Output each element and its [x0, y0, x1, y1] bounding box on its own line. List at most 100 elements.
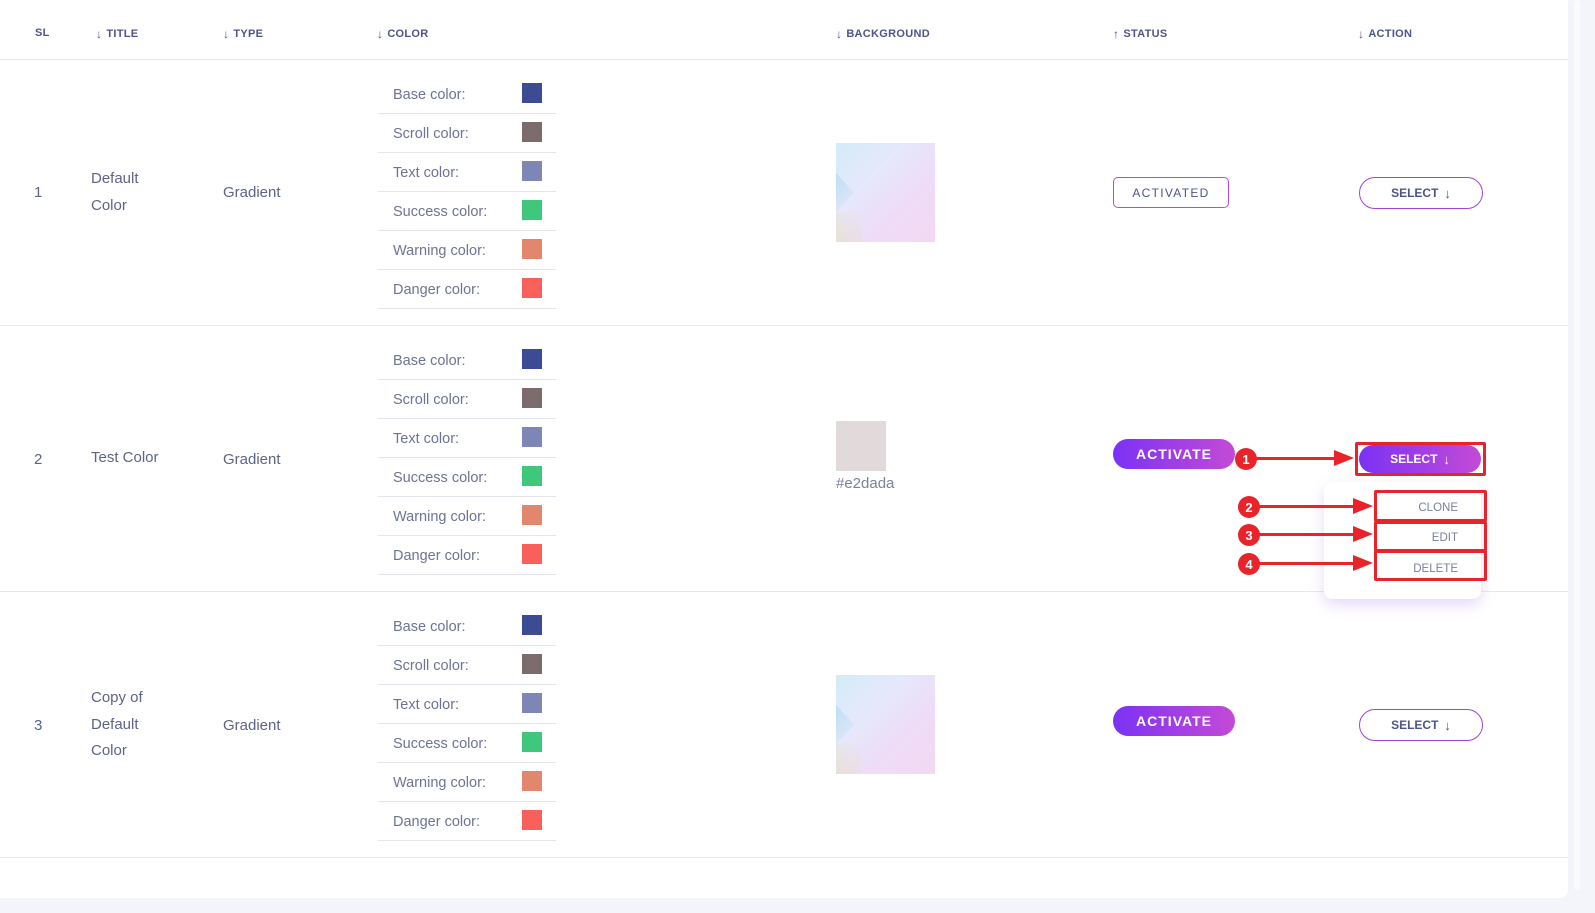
annotation-highlight-edit — [1374, 521, 1487, 552]
color-label: Danger color: — [393, 814, 481, 830]
annotation-arrowhead-icon — [1353, 498, 1373, 514]
row-title: Copy of Default Color — [91, 685, 181, 765]
color-label: Success color: — [393, 470, 488, 486]
annotation-arrow-line — [1256, 457, 1336, 460]
color-label: Warning color: — [393, 775, 486, 791]
header-title-label: TITLE — [106, 28, 139, 40]
color-item-base: Base color: — [378, 75, 556, 114]
color-item-base: Base color: — [378, 607, 556, 646]
annotation-arrowhead-icon — [1353, 555, 1373, 571]
color-label: Danger color: — [393, 548, 481, 564]
success-color-swatch — [522, 466, 542, 486]
color-item-warning: Warning color: — [378, 763, 556, 802]
color-label: Success color: — [393, 204, 488, 220]
color-label: Warning color: — [393, 243, 486, 259]
sort-down-icon: ↓ — [223, 27, 230, 41]
header-type-label: TYPE — [233, 28, 264, 40]
row-sl: 2 — [34, 451, 43, 468]
text-color-swatch — [522, 427, 542, 447]
scroll-color-swatch — [522, 122, 542, 142]
annotation-badge: 4 — [1238, 553, 1260, 575]
color-list: Base color: Scroll color: Text color: Su… — [378, 607, 556, 841]
scroll-color-swatch — [522, 388, 542, 408]
danger-color-swatch — [522, 810, 542, 830]
warning-color-swatch — [522, 239, 542, 259]
color-item-success: Success color: — [378, 724, 556, 763]
annotation-badge: 2 — [1238, 496, 1260, 518]
row-title: Test Color — [91, 445, 211, 472]
status-activated-button[interactable]: ACTIVATED — [1113, 177, 1229, 208]
background-color-swatch — [836, 421, 886, 471]
header-sl[interactable]: SL — [35, 27, 50, 39]
row-title-line: Copy of — [91, 689, 143, 706]
warning-color-swatch — [522, 771, 542, 791]
annotation-highlight-delete — [1374, 550, 1487, 581]
danger-color-swatch — [522, 278, 542, 298]
text-color-swatch — [522, 161, 542, 181]
row-divider — [0, 857, 1568, 858]
color-item-danger: Danger color: — [378, 802, 556, 841]
annotation-badge: 1 — [1235, 448, 1257, 470]
color-label: Base color: — [393, 353, 466, 369]
color-themes-table: SL ↓ TITLE ↓ TYPE ↓ COLOR ↓ BACKGROUND ↑ STAT… — [0, 0, 1568, 898]
row-title-line: Default — [91, 170, 139, 187]
vertical-scrollbar[interactable] — [1568, 0, 1595, 913]
arrow-down-icon: ↓ — [1444, 185, 1451, 201]
annotation-arrowhead-icon — [1334, 450, 1354, 466]
annotation-highlight-clone — [1374, 490, 1487, 522]
row-divider — [0, 325, 1568, 326]
annotation-badge: 3 — [1238, 524, 1260, 546]
color-item-text: Text color: — [378, 153, 556, 192]
header-status-label: STATUS — [1123, 28, 1168, 40]
color-item-warning: Warning color: — [378, 231, 556, 270]
header-title[interactable]: ↓ TITLE — [96, 27, 138, 41]
row-sl: 3 — [34, 717, 43, 734]
color-label: Scroll color: — [393, 658, 469, 674]
sort-up-icon: ↑ — [1113, 27, 1120, 41]
background-preview-image — [836, 143, 935, 242]
color-label: Text color: — [393, 165, 460, 181]
sort-down-icon: ↓ — [1358, 27, 1365, 41]
background-hex-label: #e2dada — [836, 475, 895, 492]
header-background[interactable]: ↓ BACKGROUND — [836, 27, 930, 41]
row-sl: 1 — [34, 184, 43, 201]
header-status[interactable]: ↑ STATUS — [1113, 27, 1167, 41]
color-label: Success color: — [393, 736, 488, 752]
annotation-highlight-select — [1355, 442, 1486, 476]
activate-button[interactable]: ACTIVATE — [1113, 706, 1235, 736]
sort-down-icon: ↓ — [836, 27, 843, 41]
header-sl-label: SL — [35, 27, 50, 39]
select-action-button[interactable]: SELECT ↓ — [1359, 709, 1483, 741]
arrow-down-icon: ↓ — [1444, 717, 1451, 733]
color-item-text: Text color: — [378, 685, 556, 724]
annotation-arrowhead-icon — [1353, 526, 1373, 542]
background-preview-image — [836, 675, 935, 774]
color-label: Warning color: — [393, 509, 486, 525]
success-color-swatch — [522, 732, 542, 752]
header-action-label: ACTION — [1368, 28, 1413, 40]
sort-down-icon: ↓ — [96, 27, 103, 41]
annotation-arrow-line — [1259, 533, 1355, 536]
select-action-button[interactable]: SELECT ↓ — [1359, 177, 1483, 209]
header-color[interactable]: ↓ COLOR — [377, 27, 429, 41]
row-title-line: Test Color — [91, 449, 159, 466]
activate-button[interactable]: ACTIVATE — [1113, 439, 1235, 469]
color-label: Danger color: — [393, 282, 481, 298]
row-title-line: Color — [91, 742, 127, 759]
color-item-warning: Warning color: — [378, 497, 556, 536]
header-action[interactable]: ↓ ACTION — [1358, 27, 1412, 41]
success-color-swatch — [522, 200, 542, 220]
color-item-danger: Danger color: — [378, 536, 556, 575]
row-title: Default Color — [91, 166, 181, 219]
scrollbar-thumb[interactable] — [1574, 0, 1580, 890]
color-list: Base color: Scroll color: Text color: Su… — [378, 341, 556, 575]
color-item-text: Text color: — [378, 419, 556, 458]
header-background-label: BACKGROUND — [846, 28, 930, 40]
color-label: Base color: — [393, 619, 466, 635]
color-label: Text color: — [393, 697, 460, 713]
header-type[interactable]: ↓ TYPE — [223, 27, 263, 41]
row-title-line: Default — [91, 715, 139, 733]
header-color-label: COLOR — [387, 28, 429, 40]
annotation-arrow-line — [1259, 505, 1355, 508]
color-item-scroll: Scroll color: — [378, 380, 556, 419]
